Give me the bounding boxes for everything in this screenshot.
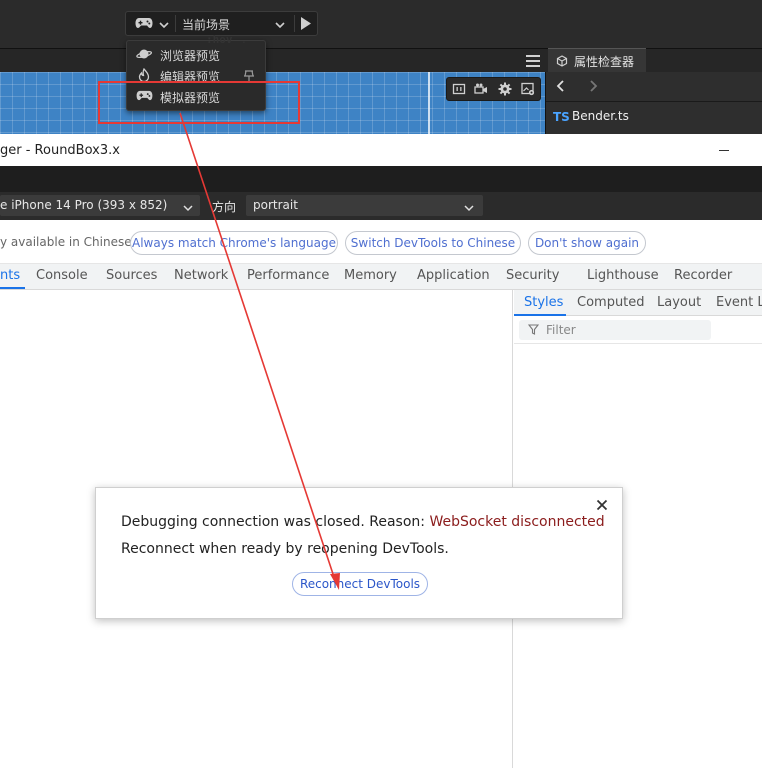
divider: [175, 15, 176, 32]
switch-to-chinese-button[interactable]: Switch DevTools to Chinese: [345, 231, 521, 255]
divider: [294, 15, 295, 32]
tab-memory[interactable]: Memory: [344, 268, 397, 283]
tab-sources[interactable]: Sources: [106, 268, 157, 283]
device-select[interactable]: e iPhone 14 Pro (393 x 852): [0, 195, 200, 216]
tab-application[interactable]: Application: [417, 268, 490, 283]
arrow-left-icon[interactable]: [556, 80, 566, 95]
sidebar-tabbar: Styles Computed Layout Event Lis: [514, 290, 762, 316]
arrow-right-icon[interactable]: [588, 80, 598, 95]
editor-panel-header: [0, 48, 762, 72]
orientation-select[interactable]: portrait: [246, 195, 483, 216]
inspector-file-name: Bender.ts: [572, 109, 629, 123]
planet-icon: [136, 47, 152, 64]
always-match-language-button[interactable]: Always match Chrome's language: [130, 231, 338, 255]
filter-placeholder: Filter: [546, 323, 576, 337]
dialog-reason: WebSocket disconnected: [429, 514, 605, 530]
tab-performance[interactable]: Performance: [247, 268, 329, 283]
filter-icon: [527, 324, 540, 338]
styles-filter-row: Filter: [514, 316, 762, 344]
frame-icon[interactable]: [452, 82, 466, 99]
tab-recorder[interactable]: Recorder: [674, 268, 732, 283]
class-toggle[interactable]: .: [242, 32, 246, 46]
inspector-nav: [546, 72, 762, 102]
dont-show-again-button[interactable]: Don't show again: [528, 231, 646, 255]
tab-network[interactable]: Network: [174, 268, 228, 283]
menu-icon[interactable]: [526, 55, 540, 70]
editor-toolbar: 当前场景: [0, 0, 762, 48]
typescript-badge: TS: [553, 110, 570, 124]
scene-toolbar: [446, 77, 541, 101]
gear-icon[interactable]: [498, 82, 512, 99]
tab-inspector-label: 属性检查器: [574, 55, 635, 69]
close-icon[interactable]: [596, 499, 608, 514]
chevron-down-icon: [464, 201, 474, 215]
styles-filter-input[interactable]: Filter: [519, 320, 711, 340]
dialog-message-prefix: Debugging connection was closed. Reason:: [121, 514, 430, 530]
chevron-down-icon[interactable]: [275, 18, 285, 32]
tab-computed[interactable]: Computed: [577, 295, 645, 310]
chevron-down-icon[interactable]: [159, 18, 169, 32]
dialog-message: Debugging connection was closed. Reason:…: [121, 514, 605, 530]
window-title: ger - RoundBox3.x: [0, 143, 120, 158]
dialog-hint: Reconnect when ready by reopening DevToo…: [121, 541, 449, 557]
disconnected-dialog: Debugging connection was closed. Reason:…: [95, 487, 623, 619]
chevron-down-icon: [183, 201, 193, 215]
minimize-icon[interactable]: [719, 150, 729, 151]
devtools-dark-bar: [0, 166, 762, 192]
language-message: y available in Chinese!: [0, 235, 137, 249]
tab-console[interactable]: Console: [36, 268, 88, 283]
annotation-highlight-box: [98, 81, 300, 124]
tab-inspector[interactable]: 属性检查器: [548, 48, 646, 72]
device-toolbar: e iPhone 14 Pro (393 x 852) 方向 portrait: [0, 192, 762, 220]
tab-styles[interactable]: Styles: [524, 295, 563, 310]
cube-icon: [556, 55, 568, 70]
active-tab-indicator: [0, 287, 25, 289]
orientation-label: 方向: [212, 200, 237, 214]
reconnect-devtools-button[interactable]: Reconnect DevTools: [292, 572, 428, 596]
inspector-panel: TS Bender.ts: [545, 72, 762, 134]
menu-item-label: 浏览器预览: [160, 49, 221, 63]
scene-axis-line: [428, 72, 430, 134]
menu-item-browser-preview[interactable]: 浏览器预览: [127, 44, 265, 65]
hover-state-toggle[interactable]: :hov: [206, 33, 233, 46]
device-select-value: e iPhone 14 Pro (393 x 852): [0, 198, 168, 212]
tab-lighthouse[interactable]: Lighthouse: [587, 268, 659, 283]
devtools-tabbar: nts Console Sources Network Performance …: [0, 264, 762, 290]
camera-icon[interactable]: [474, 82, 488, 99]
scene-select[interactable]: 当前场景: [182, 16, 230, 33]
play-icon[interactable]: [300, 16, 312, 34]
devtools-titlebar: ger - RoundBox3.x: [0, 134, 762, 166]
tab-layout[interactable]: Layout: [657, 295, 701, 310]
tab-security[interactable]: Security: [506, 268, 559, 283]
tab-event-listeners[interactable]: Event Lis: [716, 295, 762, 310]
image-settings-icon[interactable]: [521, 82, 535, 99]
language-infobar: y available in Chinese! Always match Chr…: [0, 220, 762, 264]
orientation-select-value: portrait: [253, 198, 298, 212]
gamepad-icon[interactable]: [135, 16, 153, 33]
tab-elements[interactable]: nts: [0, 268, 20, 283]
